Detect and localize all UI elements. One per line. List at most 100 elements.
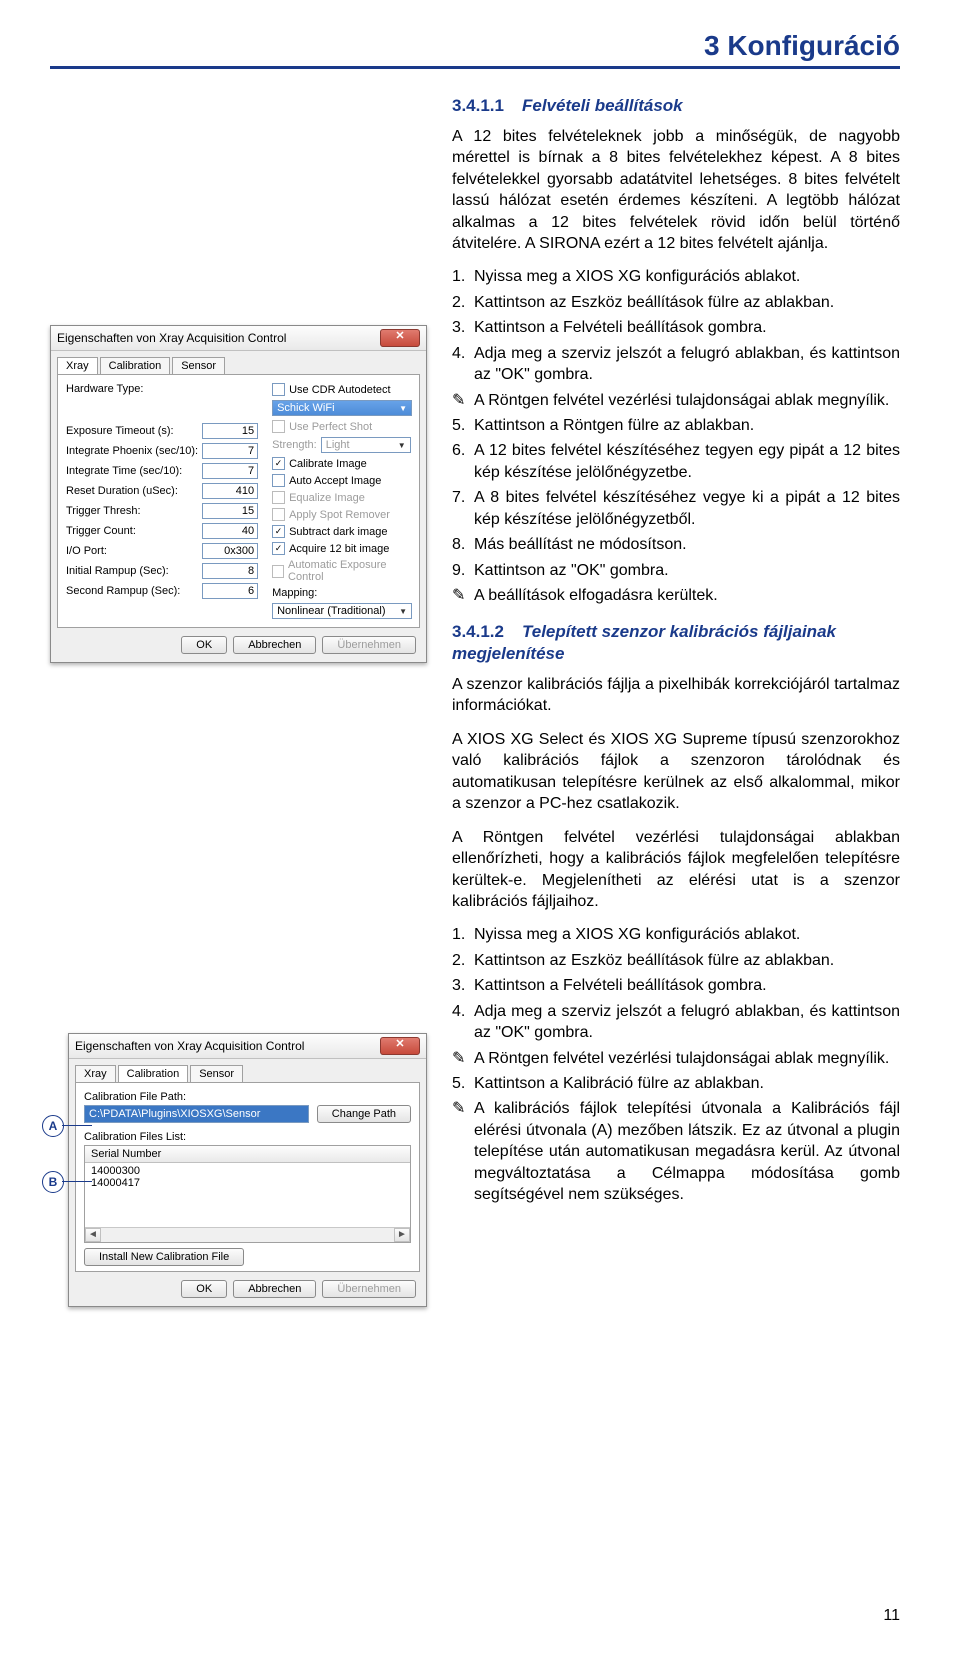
page-number: 11 xyxy=(883,1607,900,1625)
step-marker: 3. xyxy=(452,317,474,338)
label-strength: Strength: xyxy=(272,439,317,451)
dialog-titlebar: Eigenschaften von Xray Acquisition Contr… xyxy=(69,1034,426,1059)
ok-button[interactable]: OK xyxy=(181,636,227,654)
mapping-value: Nonlinear (Traditional) xyxy=(277,605,385,617)
second-rampup-input[interactable]: 6 xyxy=(202,583,258,599)
dialog-calibration-properties: Eigenschaften von Xray Acquisition Contr… xyxy=(68,1033,427,1307)
strength-select: Light ▼ xyxy=(321,437,411,453)
step-marker: 4. xyxy=(452,1001,474,1044)
step-marker: 3. xyxy=(452,975,474,996)
body-text: A 12 bites felvételeknek jobb a minőségü… xyxy=(452,126,900,255)
tab-sensor[interactable]: Sensor xyxy=(190,1065,243,1082)
tab-xray[interactable]: Xray xyxy=(57,357,98,374)
label-trigger-thresh: Trigger Thresh: xyxy=(66,505,198,517)
label-auto-accept: Auto Accept Image xyxy=(289,475,381,487)
checkbox-autodetect[interactable] xyxy=(272,383,285,396)
annotation-line xyxy=(62,1181,92,1182)
label-auto-exposure: Automatic Exposure Control xyxy=(288,559,412,583)
label-io-port: I/O Port: xyxy=(66,545,198,557)
result-text: A Röntgen felvétel vezérlési tulajdonság… xyxy=(474,390,900,411)
label-acquire-12bit: Acquire 12 bit image xyxy=(289,543,389,555)
trigger-count-input[interactable]: 40 xyxy=(202,523,258,539)
dialog-title: Eigenschaften von Xray Acquisition Contr… xyxy=(57,331,286,345)
annotation-b: B xyxy=(42,1171,64,1193)
label-exposure-timeout: Exposure Timeout (s): xyxy=(66,425,198,437)
step-text: Kattintson a Felvételi beállítások gombr… xyxy=(474,317,900,338)
label-calibrate-image: Calibrate Image xyxy=(289,458,367,470)
hardware-select-value: Schick WiFi xyxy=(277,402,334,414)
scrollbar[interactable]: ◄ ► xyxy=(85,1227,410,1242)
label-integrate-time: Integrate Time (sec/10): xyxy=(66,465,198,477)
hardware-select[interactable]: Schick WiFi ▼ xyxy=(272,400,412,416)
body-text: A szenzor kalibrációs fájlja a pixelhibá… xyxy=(452,674,900,717)
result-icon: ✎ xyxy=(452,585,474,606)
step-text: Kattintson az Eszköz beállítások fülre a… xyxy=(474,950,900,971)
label-initial-rampup: Initial Rampup (Sec): xyxy=(66,565,198,577)
scroll-left-icon[interactable]: ◄ xyxy=(85,1228,101,1242)
apply-button: Übernehmen xyxy=(322,1280,416,1298)
apply-button: Übernehmen xyxy=(322,636,416,654)
tab-xray[interactable]: Xray xyxy=(75,1065,116,1082)
calib-files-list[interactable]: Serial Number 14000300 14000417 ◄ ► xyxy=(84,1145,411,1243)
annotation-line xyxy=(62,1125,92,1126)
section-heading-3412: 3.4.1.2Telepített szenzor kalibrációs fá… xyxy=(452,621,900,667)
mapping-select[interactable]: Nonlinear (Traditional)▼ xyxy=(272,603,412,619)
step-marker: 6. xyxy=(452,440,474,483)
strength-value: Light xyxy=(326,439,350,451)
close-icon[interactable]: ✕ xyxy=(380,329,420,347)
step-marker: 1. xyxy=(452,266,474,287)
chevron-down-icon: ▼ xyxy=(399,404,407,413)
step-text: Kattintson az "OK" gombra. xyxy=(474,560,900,581)
cancel-button[interactable]: Abbrechen xyxy=(233,1280,316,1298)
reset-duration-input[interactable]: 410 xyxy=(202,483,258,499)
tab-calibration[interactable]: Calibration xyxy=(100,357,171,374)
chapter-title: 3 Konfiguráció xyxy=(50,30,900,62)
initial-rampup-input[interactable]: 8 xyxy=(202,563,258,579)
ok-button[interactable]: OK xyxy=(181,1280,227,1298)
change-path-button[interactable]: Change Path xyxy=(317,1105,411,1123)
install-calib-button[interactable]: Install New Calibration File xyxy=(84,1248,244,1266)
step-text: Kattintson a Felvételi beállítások gombr… xyxy=(474,975,900,996)
dialog-xray-properties: Eigenschaften von Xray Acquisition Contr… xyxy=(50,325,427,663)
body-text: A XIOS XG Select és XIOS XG Supreme típu… xyxy=(452,729,900,815)
label-trigger-count: Trigger Count: xyxy=(66,525,198,537)
calib-path-input[interactable]: C:\PDATA\Plugins\XIOSXG\Sensor xyxy=(84,1105,309,1123)
step-marker: 5. xyxy=(452,1073,474,1094)
cancel-button[interactable]: Abbrechen xyxy=(233,636,316,654)
close-icon[interactable]: ✕ xyxy=(380,1037,420,1055)
tab-sensor[interactable]: Sensor xyxy=(172,357,225,374)
tab-calibration[interactable]: Calibration xyxy=(118,1065,189,1082)
step-marker: 7. xyxy=(452,487,474,530)
divider xyxy=(50,66,900,69)
section-heading-3411: 3.4.1.1Felvételi beállítások xyxy=(452,95,900,118)
step-marker: 9. xyxy=(452,560,474,581)
step-text: Nyissa meg a XIOS XG konfigurációs ablak… xyxy=(474,924,900,945)
list-item[interactable]: 14000417 xyxy=(91,1177,404,1189)
result-text: A kalibrációs fájlok telepítési útvonala… xyxy=(474,1098,900,1205)
list-item[interactable]: 14000300 xyxy=(91,1165,404,1177)
integrate-time-input[interactable]: 7 xyxy=(202,463,258,479)
step-text: A 8 bites felvétel készítéséhez vegye ki… xyxy=(474,487,900,530)
label-spot-remover: Apply Spot Remover xyxy=(289,509,390,521)
label-perfect-shot: Use Perfect Shot xyxy=(289,421,372,433)
result-icon: ✎ xyxy=(452,1048,474,1069)
checkbox-perfect-shot xyxy=(272,420,285,433)
annotation-a: A xyxy=(42,1115,64,1137)
checkbox-acquire-12bit[interactable]: ✓ xyxy=(272,542,285,555)
step-marker: 5. xyxy=(452,415,474,436)
step-marker: 1. xyxy=(452,924,474,945)
result-icon: ✎ xyxy=(452,390,474,411)
trigger-thresh-input[interactable]: 15 xyxy=(202,503,258,519)
checkbox-subtract-dark[interactable]: ✓ xyxy=(272,525,285,538)
exposure-timeout-input[interactable]: 15 xyxy=(202,423,258,439)
step-marker: 2. xyxy=(452,292,474,313)
chevron-down-icon: ▼ xyxy=(398,441,406,450)
integrate-phoenix-input[interactable]: 7 xyxy=(202,443,258,459)
section-number: 3.4.1.2 xyxy=(452,622,504,641)
scroll-right-icon[interactable]: ► xyxy=(394,1228,410,1242)
step-marker: 2. xyxy=(452,950,474,971)
checkbox-auto-accept[interactable] xyxy=(272,474,285,487)
checkbox-calibrate-image[interactable]: ✓ xyxy=(272,457,285,470)
label-integrate-phoenix: Integrate Phoenix (sec/10): xyxy=(66,445,198,457)
io-port-input[interactable]: 0x300 xyxy=(202,543,258,559)
